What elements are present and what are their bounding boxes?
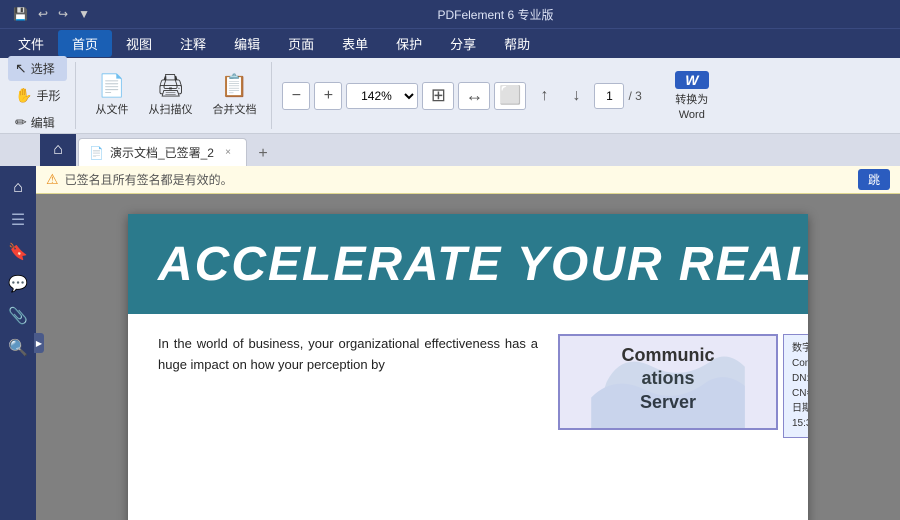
zoom-select[interactable]: 142% 100% 75% 50% 200% — [346, 83, 418, 109]
merge-button[interactable]: 📋 合并文档 — [203, 66, 265, 126]
signature-block: CommunicationsServer — [558, 334, 778, 430]
sidebar-attachment-button[interactable]: 📎 — [4, 302, 32, 330]
select-label: 选择 — [31, 60, 55, 77]
hand-tool-button[interactable]: ✋ 手形 — [8, 83, 67, 108]
convert-label: 转换为 — [675, 91, 708, 107]
pdf-body: In the world of business, your organizat… — [128, 314, 808, 450]
save-icon[interactable]: 💾 — [10, 5, 31, 23]
menu-item-edit[interactable]: 编辑 — [220, 30, 274, 57]
edit-icon: ✏ — [15, 114, 27, 131]
menu-item-view[interactable]: 视图 — [112, 30, 166, 57]
select-tool-button[interactable]: ↖ 选择 — [8, 56, 67, 81]
hand-label: 手形 — [36, 87, 60, 104]
menubar: 文件 首页 视图 注释 编辑 页面 表单 保护 分享 帮助 — [0, 28, 900, 58]
total-pages: / 3 — [628, 89, 641, 103]
prev-page-button[interactable]: ↑ — [530, 82, 558, 110]
edit-label: 编辑 — [31, 114, 55, 131]
sig-info-text: 数字签名程序: Communications Server DN: CN=zho… — [792, 343, 808, 429]
menu-item-form[interactable]: 表单 — [328, 30, 382, 57]
convert-to-word-button[interactable]: W 转换为 Word — [662, 66, 722, 126]
merge-icon: 📋 — [221, 75, 248, 97]
edit-tool-button[interactable]: ✏ 编辑 — [8, 110, 67, 135]
pdf-text-content: In the world of business, your organizat… — [158, 334, 538, 430]
app-title: PDFelement 6 专业版 — [99, 6, 892, 23]
menu-item-annotate[interactable]: 注释 — [166, 30, 220, 57]
tab-file-icon: 📄 — [89, 146, 104, 160]
warning-icon: ⚠ — [46, 171, 59, 188]
menu-item-file[interactable]: 文件 — [4, 30, 58, 57]
tabbar: ⌂ 📄 演示文档_已签署_2 × + — [0, 134, 900, 166]
fit-page-button[interactable]: ⊞ — [422, 82, 454, 110]
create-section: 📄 从文件 🖨 从扫描仪 📋 合并文档 — [80, 62, 272, 129]
tab-home-button[interactable]: ⌂ — [40, 134, 76, 166]
from-file-label: 从文件 — [95, 101, 128, 117]
toolbar: ↖ 选择 ✋ 手形 ✏ 编辑 📄 从文件 🖨 从扫描仪 📋 合并文档 − + — [0, 58, 900, 134]
from-file-icon: 📄 — [98, 75, 125, 97]
hand-icon: ✋ — [15, 87, 32, 104]
home-icon: ⌂ — [53, 141, 63, 159]
fullscreen-button[interactable]: ⬜ — [494, 82, 526, 110]
zoom-out-button[interactable]: − — [282, 82, 310, 110]
tab-close-button[interactable]: × — [220, 145, 236, 161]
signature-info-popup: 数字签名程序: Communications Server DN: CN=zho… — [783, 334, 808, 438]
menu-item-page[interactable]: 页面 — [274, 30, 328, 57]
convert-sub-label: Word — [679, 109, 705, 121]
left-sidebar: ⌂ ☰ 🔖 💬 📎 🔍 ▶ — [0, 166, 36, 520]
banner-text: ACCELERATE YOUR REAL ESTA — [158, 237, 808, 292]
page-number-input[interactable] — [594, 83, 624, 109]
dropdown-icon[interactable]: ▼ — [75, 5, 93, 23]
editing-tools: ↖ 选择 ✋ 手形 ✏ 编辑 — [8, 62, 76, 129]
next-page-button[interactable]: ↓ — [562, 82, 590, 110]
document-tab[interactable]: 📄 演示文档_已签署_2 × — [78, 138, 247, 166]
pdf-viewing-area: ACCELERATE YOUR REAL ESTA In the world o… — [36, 194, 900, 520]
select-icon: ↖ — [15, 60, 27, 77]
sidebar-thumbnail-button[interactable]: ☰ — [4, 206, 32, 234]
from-scanner-button[interactable]: 🖨 从扫描仪 — [139, 66, 201, 126]
zoom-nav-section: − + 142% 100% 75% 50% 200% ⊞ ↔ ⬜ ↑ ↓ / 3 — [276, 62, 647, 129]
signature-message: 已签名且所有签名都是有效的。 — [65, 171, 852, 188]
map-background — [560, 336, 776, 428]
add-tab-button[interactable]: + — [251, 142, 275, 166]
merge-label: 合并文档 — [212, 101, 256, 117]
undo-icon[interactable]: ↩ — [35, 5, 51, 23]
tab-label: 演示文档_已签署_2 — [110, 144, 214, 161]
sidebar-comment-button[interactable]: 💬 — [4, 270, 32, 298]
pdf-page: ACCELERATE YOUR REAL ESTA In the world o… — [128, 214, 808, 520]
from-file-button[interactable]: 📄 从文件 — [86, 66, 137, 126]
menu-item-help[interactable]: 帮助 — [490, 30, 544, 57]
word-icon: W — [675, 71, 709, 89]
scanner-icon: 🖨 — [156, 75, 184, 97]
main-content: ⚠ 已签名且所有签名都是有效的。 跳 ACCELERATE YOUR REAL … — [36, 166, 900, 520]
from-scanner-label: 从扫描仪 — [148, 101, 192, 117]
redo-icon[interactable]: ↪ — [55, 5, 71, 23]
sidebar-bookmark-button[interactable]: 🔖 — [4, 238, 32, 266]
pdf-body-text: In the world of business, your organizat… — [158, 334, 538, 376]
titlebar: 💾 ↩ ↪ ▼ PDFelement 6 专业版 — [0, 0, 900, 28]
jump-to-signature-button[interactable]: 跳 — [858, 169, 890, 190]
convert-section: W 转换为 Word — [652, 62, 728, 129]
signature-notification-bar: ⚠ 已签名且所有签名都是有效的。 跳 — [36, 166, 900, 194]
window-controls: 💾 ↩ ↪ ▼ — [10, 5, 93, 23]
pdf-banner: ACCELERATE YOUR REAL ESTA — [128, 214, 808, 314]
sidebar-expand-button[interactable]: ▶ — [34, 333, 44, 353]
menu-item-share[interactable]: 分享 — [436, 30, 490, 57]
sidebar-home-button[interactable]: ⌂ — [4, 174, 32, 202]
menu-item-protect[interactable]: 保护 — [382, 30, 436, 57]
menu-item-home[interactable]: 首页 — [58, 30, 112, 57]
sidebar-search-button[interactable]: 🔍 — [4, 334, 32, 362]
zoom-in-button[interactable]: + — [314, 82, 342, 110]
pdf-signature-area: CommunicationsServer 数字签名程序: Communicati… — [558, 334, 778, 430]
fit-width-button[interactable]: ↔ — [458, 82, 490, 110]
